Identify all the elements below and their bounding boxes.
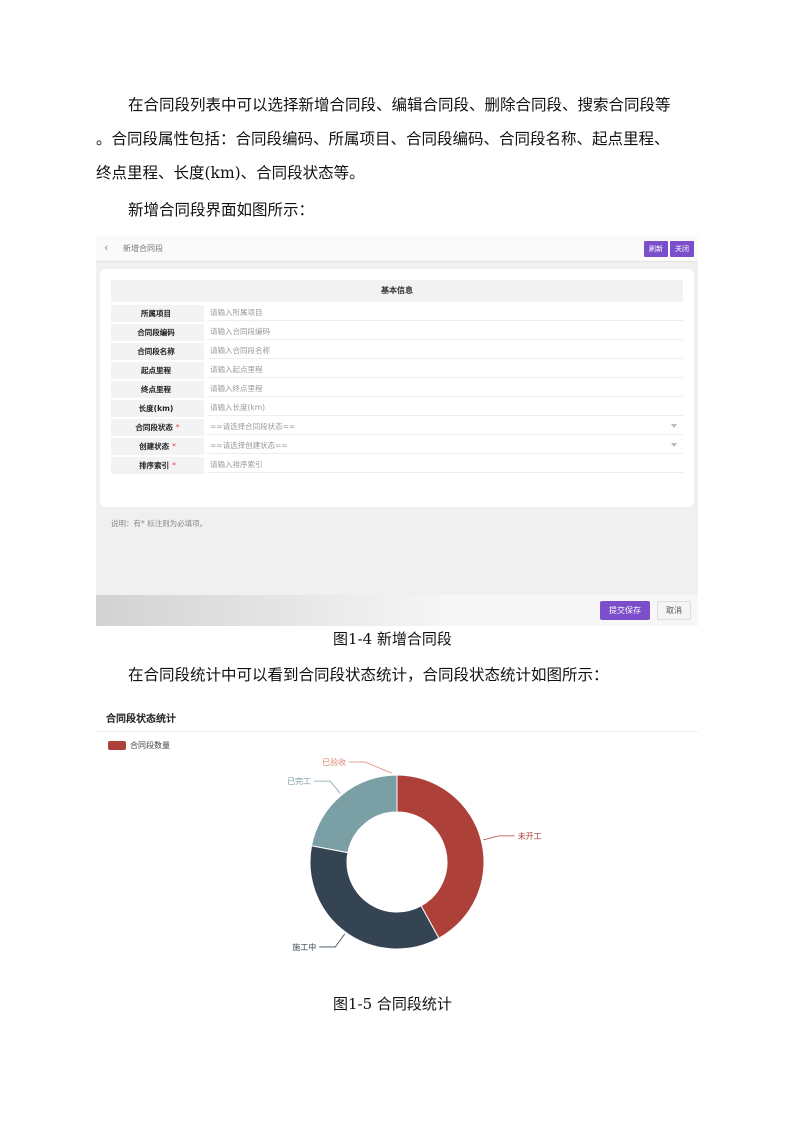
- add-contract-section-screenshot: ‹ 新增合同段 刷新 关闭 基本信息 所属项目 请输入所属项目 合同段编码 请输…: [96, 236, 698, 626]
- form-card: 基本信息 所属项目 请输入所属项目 合同段编码 请输入合同段编码 合同段名称 请…: [100, 269, 694, 528]
- slice-label: 未开工: [518, 831, 542, 841]
- field-label: 合同段名称: [111, 343, 204, 360]
- slice-label: 已验收: [322, 757, 346, 767]
- form-row-sort-index: 排序索引 * 请输入排序索引: [111, 457, 683, 474]
- section-header: 基本信息: [111, 280, 683, 302]
- donut-chart-svg: 未开工施工中 已完工 已验收: [287, 757, 542, 952]
- status-statistics-chart: 合同段状态统计 合同段数量 未开工 施工中 已完工 已验收: [96, 702, 698, 972]
- paragraph-3: 在合同段统计中可以看到合同段状态统计，合同段状态统计如图所示：: [128, 666, 609, 684]
- paragraph-1-line-3: 终点里程、长度(km)、合同段状态等。: [96, 164, 365, 182]
- form-row-start-mileage: 起点里程 请输入起点里程: [111, 362, 683, 379]
- form-row-end-mileage: 终点里程 请输入终点里程: [111, 381, 683, 398]
- figure-caption-2: 图1-5 合同段统计: [333, 995, 452, 1013]
- form-row-project: 所属项目 请输入所属项目: [111, 305, 683, 322]
- paragraph-2: 新增合同段界面如图所示：: [128, 201, 315, 219]
- section-name-input[interactable]: 请输入合同段名称: [207, 343, 683, 359]
- label-leader-line: [483, 835, 515, 841]
- section-status-select[interactable]: ==请选择合同段状态==: [207, 419, 683, 435]
- bottom-action-bar: 提交保存 取消: [96, 595, 698, 626]
- form-row-create-status: 创建状态 * ==请选择创建状态==: [111, 438, 683, 455]
- chevron-down-icon[interactable]: [671, 424, 677, 428]
- donut-slice[interactable]: [309, 845, 440, 950]
- slice-label: 施工中: [292, 942, 316, 952]
- cancel-button[interactable]: 取消: [657, 601, 691, 620]
- field-label: 终点里程: [111, 381, 204, 398]
- back-chevron-icon[interactable]: ‹: [104, 241, 108, 254]
- slice-label: 已完工: [287, 776, 311, 786]
- field-label: 合同段状态 *: [111, 419, 204, 436]
- end-mileage-input[interactable]: 请输入终点里程: [207, 381, 683, 397]
- submit-save-button[interactable]: 提交保存: [600, 601, 650, 620]
- refresh-button[interactable]: 刷新: [644, 241, 668, 257]
- donut-slice[interactable]: [310, 774, 398, 854]
- field-label: 排序索引 *: [111, 457, 204, 474]
- label-leader-line: [319, 933, 346, 948]
- close-button[interactable]: 关闭: [670, 241, 694, 257]
- section-code-input[interactable]: 请输入合同段编码: [207, 324, 683, 340]
- sort-index-input[interactable]: 请输入排序索引: [207, 457, 683, 473]
- form-row-section-status: 合同段状态 * ==请选择合同段状态==: [111, 419, 683, 436]
- start-mileage-input[interactable]: 请输入起点里程: [207, 362, 683, 378]
- label-leader-line: [348, 761, 392, 774]
- field-label: 所属项目: [111, 305, 204, 322]
- paragraph-1-line-1: 在合同段列表中可以选择新增合同段、编辑合同段、删除合同段、搜索合同段等: [128, 96, 671, 114]
- page-title: 新增合同段: [123, 244, 163, 253]
- figure-caption-1: 图1-4 新增合同段: [333, 630, 452, 648]
- form-row-length: 长度(km) 请输入长度(km): [111, 400, 683, 417]
- required-note: 说明：有* 标注则为必填项。: [111, 519, 208, 528]
- field-label: 合同段编码: [111, 324, 204, 341]
- length-input[interactable]: 请输入长度(km): [207, 400, 683, 416]
- form-row-section-code: 合同段编码 请输入合同段编码: [111, 324, 683, 341]
- field-label: 创建状态 *: [111, 438, 204, 455]
- field-label: 长度(km): [111, 400, 204, 417]
- chevron-down-icon[interactable]: [671, 443, 677, 447]
- paragraph-1-line-2: 。合同段属性包括：合同段编码、所属项目、合同段编码、合同段名称、起点里程、: [96, 130, 670, 148]
- create-status-select[interactable]: ==请选择创建状态==: [207, 438, 683, 454]
- form-row-section-name: 合同段名称 请输入合同段名称: [111, 343, 683, 360]
- field-label: 起点里程: [111, 362, 204, 379]
- project-input[interactable]: 请输入所属项目: [207, 305, 683, 321]
- top-bar: ‹ 新增合同段 刷新 关闭: [96, 236, 698, 262]
- label-leader-line: [314, 780, 341, 794]
